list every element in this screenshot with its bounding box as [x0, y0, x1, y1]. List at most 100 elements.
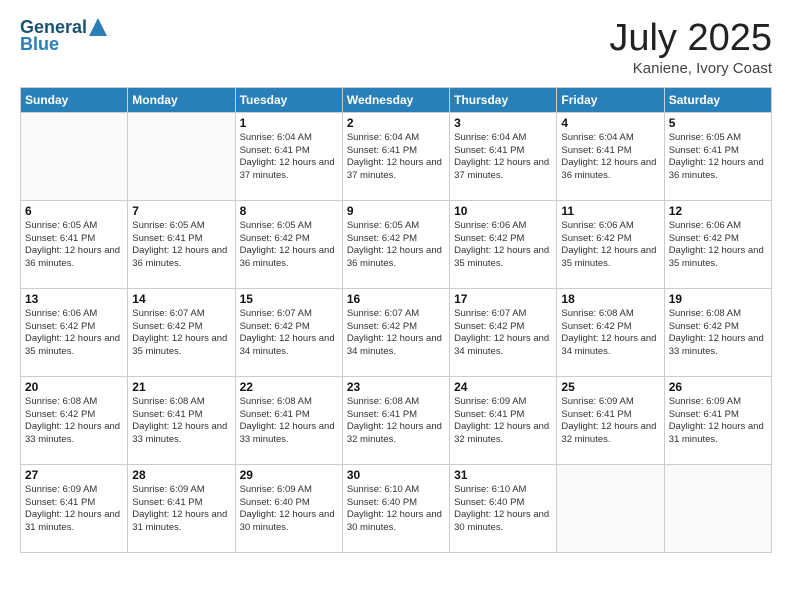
calendar-cell: 1Sunrise: 6:04 AM Sunset: 6:41 PM Daylig…	[235, 112, 342, 200]
day-info: Sunrise: 6:07 AM Sunset: 6:42 PM Dayligh…	[347, 308, 445, 359]
calendar-cell: 5 Sunrise: 6:05 AM Sunset: 6:41 PM Daylig…	[664, 112, 771, 200]
day-number: 16	[347, 292, 445, 306]
day-info: Sunrise: 6:05 AM Sunset: 6:41 PM Dayligh…	[25, 220, 123, 271]
calendar-cell	[21, 112, 128, 200]
calendar-cell: 22 Sunrise: 6:08 AM Sunset: 6:41 PM Dayli…	[235, 376, 342, 464]
calendar-cell: 25 Sunrise: 6:09 AM Sunset: 6:41 PM Dayli…	[557, 376, 664, 464]
calendar-cell: 4 Sunrise: 6:04 AM Sunset: 6:41 PM Daylig…	[557, 112, 664, 200]
day-info: Sunrise: 6:05 AM Sunset: 6:41 PM Dayligh…	[132, 220, 230, 271]
calendar-cell: 19 Sunrise: 6:08 AM Sunset: 6:42 PM Dayli…	[664, 288, 771, 376]
calendar-cell: 2 Sunrise: 6:04 AM Sunset: 6:41 PM Daylig…	[342, 112, 449, 200]
day-number: 8	[240, 204, 338, 218]
col-header-wednesday: Wednesday	[342, 87, 449, 112]
calendar-cell: 14 Sunrise: 6:07 AM Sunset: 6:42 PM Dayli…	[128, 288, 235, 376]
day-number: 15	[240, 292, 338, 306]
title-block: July 2025 Kaniene, Ivory Coast	[609, 18, 772, 77]
calendar-cell: 28 Sunrise: 6:09 AM Sunset: 6:41 PM Dayli…	[128, 464, 235, 552]
day-info: Sunrise: 6:09 AM Sunset: 6:41 PM Dayligh…	[132, 484, 230, 535]
day-number: 22	[240, 380, 338, 394]
day-info: Sunrise: 6:08 AM Sunset: 6:42 PM Dayligh…	[561, 308, 659, 359]
day-number: 18	[561, 292, 659, 306]
day-number: 31	[454, 468, 552, 482]
col-header-saturday: Saturday	[664, 87, 771, 112]
calendar-cell: 30Sunrise: 6:10 AM Sunset: 6:40 PM Dayli…	[342, 464, 449, 552]
day-number: 5	[669, 116, 767, 130]
calendar-cell: 7 Sunrise: 6:05 AM Sunset: 6:41 PM Daylig…	[128, 200, 235, 288]
day-number: 10	[454, 204, 552, 218]
calendar-cell: 21Sunrise: 6:08 AM Sunset: 6:41 PM Dayli…	[128, 376, 235, 464]
day-info: Sunrise: 6:09 AM Sunset: 6:41 PM Dayligh…	[25, 484, 123, 535]
day-number: 7	[132, 204, 230, 218]
day-number: 4	[561, 116, 659, 130]
day-info: Sunrise: 6:09 AM Sunset: 6:40 PM Dayligh…	[240, 484, 338, 535]
calendar-cell: 18 Sunrise: 6:08 AM Sunset: 6:42 PM Dayli…	[557, 288, 664, 376]
month-year: July 2025	[609, 18, 772, 60]
logo: General Blue	[20, 18, 107, 55]
day-number: 30	[347, 468, 445, 482]
day-number: 9	[347, 204, 445, 218]
calendar-cell: 24 Sunrise: 6:09 AM Sunset: 6:41 PM Dayli…	[450, 376, 557, 464]
day-info: Sunrise: 6:04 AM Sunset: 6:41 PM Dayligh…	[561, 132, 659, 183]
day-info: Sunrise: 6:08 AM Sunset: 6:42 PM Dayligh…	[669, 308, 767, 359]
day-number: 6	[25, 204, 123, 218]
day-info: Sunrise: 6:09 AM Sunset: 6:41 PM Dayligh…	[561, 396, 659, 447]
day-info: Sunrise: 6:08 AM Sunset: 6:41 PM Dayligh…	[132, 396, 230, 447]
calendar-cell: 29Sunrise: 6:09 AM Sunset: 6:40 PM Dayli…	[235, 464, 342, 552]
day-number: 2	[347, 116, 445, 130]
day-info: Sunrise: 6:07 AM Sunset: 6:42 PM Dayligh…	[132, 308, 230, 359]
col-header-sunday: Sunday	[21, 87, 128, 112]
day-number: 11	[561, 204, 659, 218]
day-number: 19	[669, 292, 767, 306]
day-info: Sunrise: 6:08 AM Sunset: 6:41 PM Dayligh…	[347, 396, 445, 447]
calendar-cell: 9 Sunrise: 6:05 AM Sunset: 6:42 PM Daylig…	[342, 200, 449, 288]
day-number: 13	[25, 292, 123, 306]
calendar-cell: 15 Sunrise: 6:07 AM Sunset: 6:42 PM Dayli…	[235, 288, 342, 376]
day-info: Sunrise: 6:04 AM Sunset: 6:41 PM Dayligh…	[347, 132, 445, 183]
day-info: Sunrise: 6:04 AM Sunset: 6:41 PM Dayligh…	[454, 132, 552, 183]
calendar-cell: 26Sunrise: 6:09 AM Sunset: 6:41 PM Dayli…	[664, 376, 771, 464]
page: General Blue July 2025 Kaniene, Ivory Co…	[0, 0, 792, 612]
calendar-cell: 12 Sunrise: 6:06 AM Sunset: 6:42 PM Dayli…	[664, 200, 771, 288]
calendar-cell: 31 Sunrise: 6:10 AM Sunset: 6:40 PM Dayli…	[450, 464, 557, 552]
day-number: 25	[561, 380, 659, 394]
day-info: Sunrise: 6:08 AM Sunset: 6:41 PM Dayligh…	[240, 396, 338, 447]
day-number: 28	[132, 468, 230, 482]
calendar-cell	[557, 464, 664, 552]
day-number: 3	[454, 116, 552, 130]
calendar-cell: 16 Sunrise: 6:07 AM Sunset: 6:42 PM Dayli…	[342, 288, 449, 376]
col-header-tuesday: Tuesday	[235, 87, 342, 112]
calendar-cell: 20 Sunrise: 6:08 AM Sunset: 6:42 PM Dayli…	[21, 376, 128, 464]
day-info: Sunrise: 6:06 AM Sunset: 6:42 PM Dayligh…	[25, 308, 123, 359]
day-info: Sunrise: 6:05 AM Sunset: 6:41 PM Dayligh…	[669, 132, 767, 183]
calendar-cell: 13 Sunrise: 6:06 AM Sunset: 6:42 PM Dayli…	[21, 288, 128, 376]
day-info: Sunrise: 6:06 AM Sunset: 6:42 PM Dayligh…	[669, 220, 767, 271]
day-info: Sunrise: 6:05 AM Sunset: 6:42 PM Dayligh…	[347, 220, 445, 271]
day-number: 24	[454, 380, 552, 394]
day-number: 17	[454, 292, 552, 306]
day-info: Sunrise: 6:10 AM Sunset: 6:40 PM Dayligh…	[454, 484, 552, 535]
day-number: 23	[347, 380, 445, 394]
day-number: 26	[669, 380, 767, 394]
location: Kaniene, Ivory Coast	[609, 60, 772, 77]
day-info: Sunrise: 6:08 AM Sunset: 6:42 PM Dayligh…	[25, 396, 123, 447]
day-number: 20	[25, 380, 123, 394]
day-number: 14	[132, 292, 230, 306]
header: General Blue July 2025 Kaniene, Ivory Co…	[20, 18, 772, 77]
col-header-friday: Friday	[557, 87, 664, 112]
calendar-cell: 17Sunrise: 6:07 AM Sunset: 6:42 PM Dayli…	[450, 288, 557, 376]
calendar-table: SundayMondayTuesdayWednesdayThursdayFrid…	[20, 87, 772, 553]
day-info: Sunrise: 6:06 AM Sunset: 6:42 PM Dayligh…	[561, 220, 659, 271]
calendar-cell: 3 Sunrise: 6:04 AM Sunset: 6:41 PM Daylig…	[450, 112, 557, 200]
calendar-cell	[128, 112, 235, 200]
day-info: Sunrise: 6:06 AM Sunset: 6:42 PM Dayligh…	[454, 220, 552, 271]
calendar-cell: 11 Sunrise: 6:06 AM Sunset: 6:42 PM Dayli…	[557, 200, 664, 288]
day-info: Sunrise: 6:09 AM Sunset: 6:41 PM Dayligh…	[454, 396, 552, 447]
calendar-cell: 10 Sunrise: 6:06 AM Sunset: 6:42 PM Dayli…	[450, 200, 557, 288]
calendar-cell: 8 Sunrise: 6:05 AM Sunset: 6:42 PM Daylig…	[235, 200, 342, 288]
calendar-cell	[664, 464, 771, 552]
day-info: Sunrise: 6:05 AM Sunset: 6:42 PM Dayligh…	[240, 220, 338, 271]
day-number: 12	[669, 204, 767, 218]
col-header-monday: Monday	[128, 87, 235, 112]
calendar-cell: 27Sunrise: 6:09 AM Sunset: 6:41 PM Dayli…	[21, 464, 128, 552]
day-info: Sunrise: 6:07 AM Sunset: 6:42 PM Dayligh…	[240, 308, 338, 359]
